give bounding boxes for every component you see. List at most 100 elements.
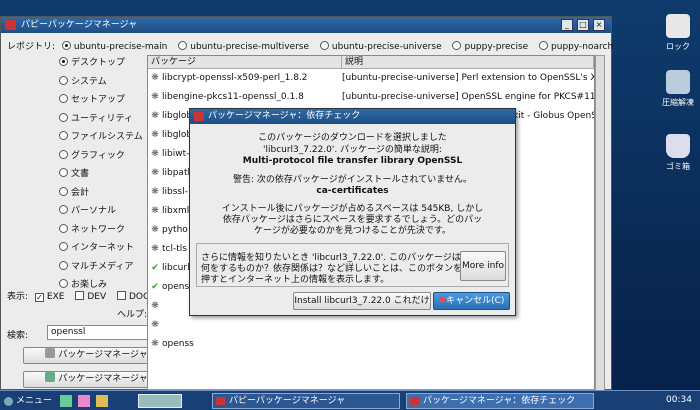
package-icon: ❋ (151, 244, 159, 254)
dialog-title: パッケージマネージャ：依存チェック (208, 111, 361, 121)
radio-icon (59, 223, 68, 233)
category-item[interactable]: グラフィック (59, 148, 125, 161)
repo-option[interactable]: ubuntu-precise-universe (319, 41, 442, 52)
category-item[interactable]: マルチメディア (59, 259, 133, 272)
package-icon: ❋ (151, 73, 159, 83)
quicklaunch-icon[interactable] (96, 395, 108, 407)
category-item[interactable]: インターネット (59, 240, 134, 253)
repo-option[interactable]: ubuntu-precise-multiverse (178, 41, 309, 52)
radio-icon (539, 41, 549, 50)
category-item[interactable]: デスクトップ (59, 55, 125, 68)
radio-icon (59, 260, 68, 270)
list-item[interactable]: ❋ libcrypt-openssl-x509-perl_1.8.2 [ubuntu… (148, 69, 594, 88)
repo-option[interactable]: puppy-noarch (539, 41, 613, 52)
close-button[interactable]: × (593, 19, 605, 31)
show-option[interactable]: DOC (117, 291, 149, 302)
category-item[interactable]: セットアップ (59, 92, 125, 105)
vertical-scrollbar[interactable] (595, 55, 605, 399)
missing-dependency: ca-certificates (316, 186, 389, 196)
taskbar-item-package-manager[interactable]: パピーパッケージマネージャ (212, 393, 400, 409)
package-desc: [ubuntu-precise-universe] OpenSSL engine… (342, 92, 594, 102)
taskbar: メニュー パピーパッケージマネージャ パッケージマネージャ：依存チェック 00:… (0, 390, 700, 410)
category-label: デスクトップ (71, 58, 126, 68)
category-label: パーソナル (71, 206, 117, 216)
package-icon: ❋ (151, 92, 159, 102)
radio-icon (452, 41, 462, 50)
list-item[interactable]: ❋ openss (148, 335, 594, 354)
radio-icon (59, 205, 68, 214)
maximize-button[interactable]: □ (577, 19, 589, 31)
archive-icon (666, 70, 690, 94)
package-icon: ❋ (151, 206, 159, 216)
radio-icon (59, 168, 68, 177)
repo-option[interactable]: ubuntu-precise-main (61, 41, 167, 52)
app-icon (5, 20, 16, 30)
package-icon: ❋ (151, 339, 159, 349)
radio-icon (59, 131, 68, 140)
desktop-icon-lock[interactable]: ロック (658, 14, 698, 52)
trash-icon (666, 134, 690, 158)
package-icon: ❋ (151, 320, 159, 330)
column-header-description[interactable]: 説明 (342, 56, 594, 69)
category-item[interactable]: システム (59, 74, 107, 87)
repo-option[interactable]: puppy-precise (452, 41, 528, 52)
taskbar-item-dependency-check[interactable]: パッケージマネージャ：依存チェック (406, 393, 594, 409)
desktop-icon-label: 圧縮解凍 (662, 98, 694, 107)
dialog-titlebar[interactable]: パッケージマネージャ：依存チェック (190, 109, 515, 124)
category-item[interactable]: ユーティリティ (59, 111, 133, 124)
dependency-check-dialog: パッケージマネージャ：依存チェック このパッケージのダウンロードを選択しました … (189, 108, 516, 316)
category-item[interactable]: ファイルシステム (59, 129, 143, 142)
desktop-pager[interactable] (138, 394, 182, 408)
list-item[interactable]: ❋ libengine-pkcs11-openssl_0.1.8 [ubuntu-p… (148, 88, 594, 107)
list-item[interactable]: ❋ (148, 316, 594, 335)
package-icon: ❋ (151, 168, 159, 178)
more-info-button[interactable]: More info (460, 251, 506, 281)
package-icon: ✔ (151, 263, 159, 273)
package-icon: ❋ (151, 149, 159, 159)
radio-icon (59, 57, 68, 66)
checkbox-icon (75, 291, 85, 300)
menu-icon (4, 397, 13, 406)
radio-icon (59, 242, 68, 251)
package-icon: ❋ (151, 187, 159, 197)
radio-icon (59, 149, 68, 159)
start-menu-button[interactable]: メニュー (2, 393, 54, 409)
category-item[interactable]: パーソナル (59, 203, 116, 216)
install-button[interactable]: Install libcurl3_7.22.0 これだけ (293, 292, 431, 310)
category-label: 会計 (71, 187, 90, 198)
radio-icon (178, 41, 188, 50)
category-label: システム (71, 76, 107, 87)
checkbox-icon (117, 291, 126, 300)
radio-icon (59, 75, 68, 85)
show-option[interactable]: ✓ EXE (34, 292, 64, 302)
quicklaunch-icon[interactable] (78, 395, 90, 407)
cancel-button[interactable]: ✖キャンセル(C) (433, 292, 510, 310)
package-name: openss (162, 339, 194, 349)
radio-icon (59, 186, 68, 196)
category-item[interactable]: ネットワーク (59, 222, 125, 235)
task-app-icon (410, 397, 419, 405)
radio-icon (59, 112, 68, 122)
show-option[interactable]: DEV (75, 291, 106, 302)
desktop-icon-trash[interactable]: ゴミ箱 (658, 134, 698, 172)
radio-icon (59, 279, 68, 288)
quicklaunch-icon[interactable] (60, 395, 72, 407)
category-item[interactable]: 文書 (59, 166, 89, 179)
category-item[interactable]: 会計 (59, 185, 89, 198)
checkbox-icon: ✓ (34, 293, 44, 302)
radio-icon (319, 41, 329, 50)
clock: 00:34 (666, 395, 692, 405)
desktop-icon-label: ゴミ箱 (666, 162, 690, 171)
task-app-icon (216, 397, 225, 405)
desktop-icon-archive[interactable]: 圧縮解凍 (658, 70, 698, 108)
minimize-button[interactable]: _ (561, 19, 573, 31)
column-header-package[interactable]: パッケージ (148, 56, 342, 69)
package-name: libcrypt-openssl-x509-perl_1.8.2 (162, 73, 308, 83)
window-title: パピーパッケージマネージャ (21, 20, 138, 30)
window-titlebar[interactable]: パピーパッケージマネージャ _ □ × (1, 17, 611, 33)
dialog-warning: 警告: 次の依存パッケージがインストールされていません。 (233, 175, 472, 185)
more-info-frame: さらに情報を知りたいとき 'libcurl3_7.22.0'. このパッケージは… (196, 243, 509, 287)
dialog-text: 'libcurl3_7.22.0'. パッケージの簡単な説明: (263, 145, 442, 155)
info-text: 押すとインターネット上の情報を表示します。 (201, 275, 390, 285)
package-icon: ❋ (151, 301, 159, 311)
